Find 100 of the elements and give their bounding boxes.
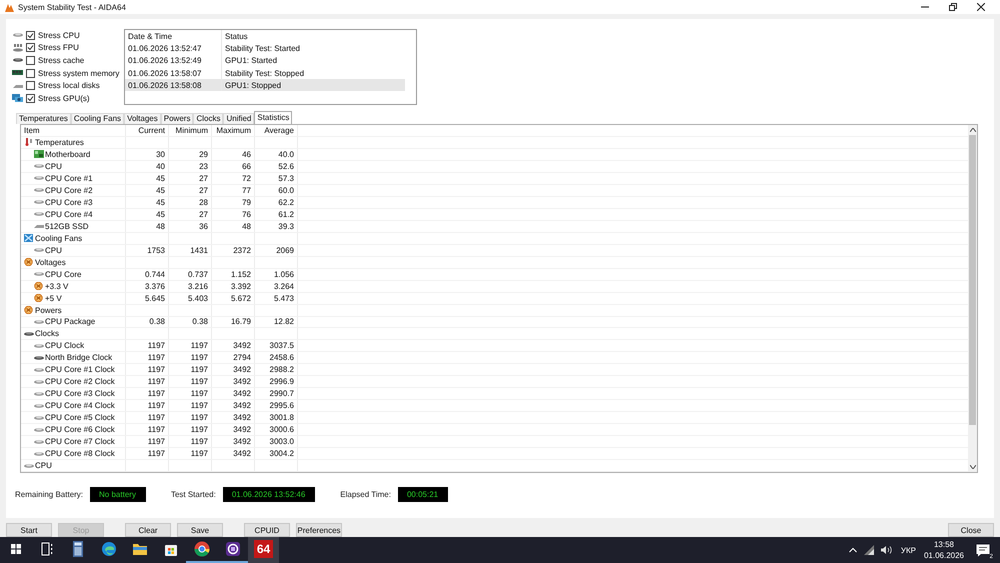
table-cell: 3492 (233, 377, 251, 386)
table-cell: 3492 (233, 389, 251, 398)
table-cell: 1197 (148, 425, 165, 434)
clock-date[interactable]: 01.06.2026 (924, 550, 964, 561)
tab[interactable]: Powers (160, 113, 194, 124)
table-cell: Voltages (35, 258, 66, 267)
tab[interactable]: Clocks (193, 113, 224, 124)
table-cell: 3492 (233, 437, 251, 446)
table-cell: 1197 (190, 425, 208, 434)
table-cell: 60.0 (278, 186, 294, 195)
table-cell: 3492 (233, 449, 251, 458)
checkbox-label: Stress CPU (38, 30, 80, 40)
table-cell: CPU Core #1 (45, 174, 93, 183)
table-cell: CPU Clock (45, 341, 84, 350)
table-cell: 2372 (233, 246, 251, 255)
table-cell: 77 (242, 186, 251, 195)
table-cell: CPU Core #4 Clock (45, 401, 115, 410)
table-cell: 3492 (233, 365, 251, 374)
column-header[interactable]: Average (255, 125, 298, 136)
language-indicator[interactable]: УКР (900, 546, 916, 554)
table-cell: CPU Core #4 (45, 210, 93, 219)
table-cell: 3492 (233, 413, 251, 422)
clock-time[interactable]: 13:58 (934, 539, 954, 550)
table-cell: 46 (242, 150, 251, 159)
tab[interactable]: Statistics (254, 111, 292, 124)
tab[interactable]: Voltages (124, 113, 161, 124)
table-cell: 3492 (233, 425, 251, 434)
log-row[interactable]: 01.06.2026 13:58:08 GPU1: Stopped (125, 79, 405, 92)
checkbox-label: Stress FPU (38, 43, 79, 52)
table-cell: 1197 (148, 413, 165, 422)
checkbox-label: Stress cache (38, 56, 84, 65)
button[interactable]: Preferences (296, 523, 342, 537)
table-cell: 23 (199, 162, 208, 171)
table-cell: CPU Core #6 Clock (45, 425, 115, 434)
table-cell: 1431 (190, 246, 208, 255)
status-display: 00:05:21 (398, 487, 448, 502)
tab[interactable]: Cooling Fans (70, 113, 124, 124)
table-cell: 45 (156, 198, 165, 207)
table-cell: 29 (199, 150, 208, 159)
close-button[interactable]: Close (948, 523, 994, 537)
table-cell: 2069 (276, 246, 294, 255)
table-cell: 1197 (190, 389, 208, 398)
table-cell: North Bridge Clock (45, 353, 112, 362)
table-cell: 66 (242, 162, 251, 171)
table-cell: 5.645 (144, 294, 165, 303)
log-row[interactable]: 01.06.2026 13:52:47 Stability Test: Started (125, 42, 405, 55)
table-cell: CPU Core #2 (45, 186, 93, 195)
table-cell-text: GPU1: Stopped (224, 80, 282, 92)
table-cell: 3492 (233, 341, 251, 350)
button[interactable]: CPUID (244, 523, 290, 537)
table-cell: 1197 (148, 353, 165, 362)
table-cell: 3.264 (274, 282, 294, 291)
table-cell: 1197 (148, 377, 165, 386)
column-header[interactable]: Maximum (212, 125, 255, 136)
taskbar-button[interactable]: 64 (248, 537, 279, 563)
checkbox-label: Stress system memory (38, 68, 120, 78)
table-cell: 30 (156, 150, 165, 159)
table-cell: CPU (45, 162, 62, 171)
table-cell: 1197 (190, 365, 208, 374)
table-cell: 3.376 (144, 282, 165, 291)
table-cell-text: Stability Test: Started (224, 42, 301, 55)
table-cell: 3.392 (230, 282, 251, 291)
log-row[interactable]: 01.06.2026 13:52:49 GPU1: Started (125, 54, 405, 67)
table-cell: 2990.7 (270, 389, 294, 398)
table-cell: 39.3 (278, 222, 294, 231)
table-cell: 12.82 (274, 317, 294, 326)
table-cell: +5 V (45, 294, 62, 303)
table-cell: CPU Core #2 Clock (45, 377, 115, 386)
tab[interactable]: Unified (223, 113, 254, 124)
table-cell: Clocks (35, 329, 60, 338)
column-header[interactable]: Status (222, 30, 405, 42)
checkbox-label: Stress GPU(s) (38, 94, 90, 103)
column-header[interactable]: Current (126, 125, 169, 136)
table-cell: 1197 (190, 341, 208, 350)
table-cell: CPU (45, 246, 62, 255)
table-cell: CPU Core #3 Clock (45, 389, 115, 398)
status-label: Remaining Battery: (15, 490, 84, 499)
table-cell: 01.06.2026 13:52:47 (125, 42, 222, 55)
table-cell: 3.216 (188, 282, 208, 291)
table-cell: 2995.6 (270, 401, 294, 410)
table-cell: 2996.9 (270, 377, 294, 386)
table-cell: 5.403 (188, 294, 208, 303)
button[interactable]: Start (6, 523, 52, 537)
table-cell: 3492 (233, 401, 251, 410)
button[interactable]: Save (177, 523, 223, 537)
table-cell: 2988.2 (270, 365, 294, 374)
status-label: Elapsed Time: (340, 490, 391, 499)
table-cell: 2794 (233, 353, 251, 362)
column-header[interactable]: Minimum (169, 125, 212, 136)
column-header[interactable]: Item (21, 125, 126, 136)
table-cell: Motherboard (45, 150, 90, 159)
table-cell: 5.473 (274, 294, 294, 303)
tab[interactable]: Temperatures (16, 113, 71, 124)
table-cell: 3004.2 (270, 449, 294, 458)
table-cell: 79 (242, 198, 251, 207)
checkbox-label: Stress local disks (38, 81, 100, 90)
column-header[interactable]: Date & Time (125, 30, 222, 42)
table-cell: CPU Core #3 (45, 198, 93, 207)
table-cell: 0.38 (149, 317, 165, 326)
button[interactable]: Clear (125, 523, 171, 537)
